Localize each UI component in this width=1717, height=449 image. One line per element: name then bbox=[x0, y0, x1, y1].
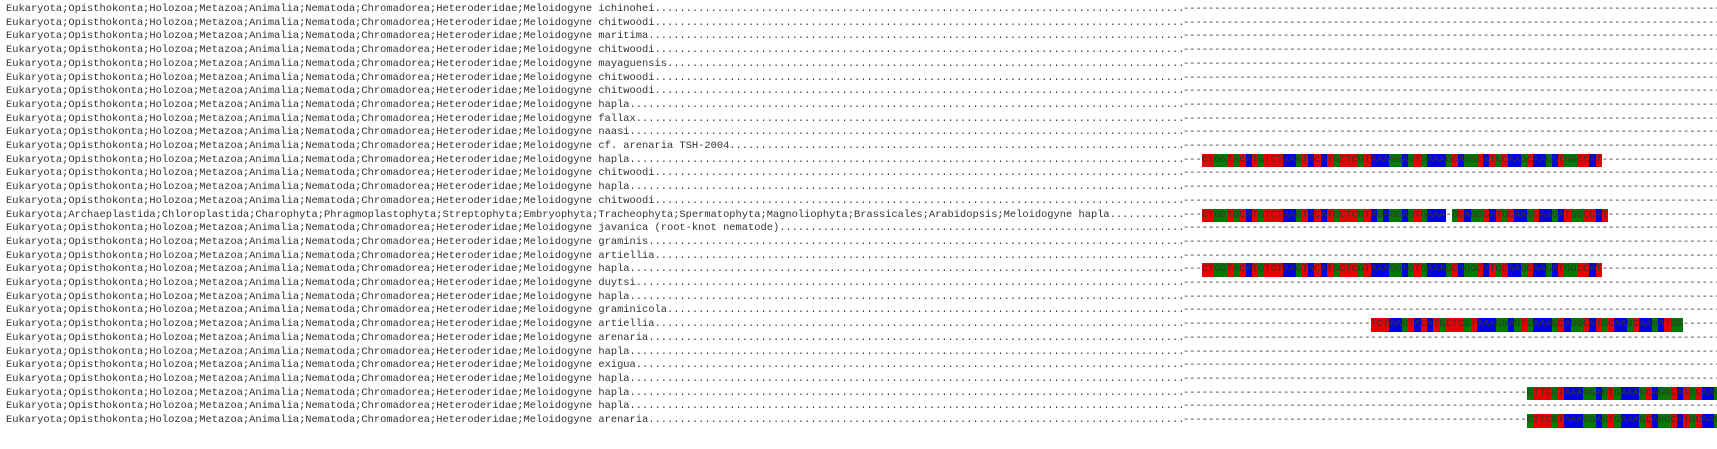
taxon-label: Eukaryota;Opisthokonta;Holozoa;Metazoa;A… bbox=[6, 3, 1186, 15]
alignment-row: Eukaryota;Opisthokonta;Holozoa;Metazoa;A… bbox=[0, 181, 1717, 195]
alignment-row: Eukaryota;Opisthokonta;Holozoa;Metazoa;A… bbox=[0, 3, 1717, 17]
alignment-row: Eukaryota;Opisthokonta;Holozoa;Metazoa;A… bbox=[0, 30, 1717, 44]
taxon-label: Eukaryota;Opisthokonta;Holozoa;Metazoa;A… bbox=[6, 112, 1186, 125]
alignment-row: Eukaryota;Opisthokonta;Holozoa;Metazoa;A… bbox=[0, 58, 1717, 72]
sequence-track: ----------------------------------------… bbox=[1183, 85, 1717, 99]
taxon-label: Eukaryota;Opisthokonta;Holozoa;Metazoa;A… bbox=[6, 263, 1186, 276]
sequence-track: ----------------------------------------… bbox=[1183, 277, 1717, 291]
alignment-row: Eukaryota;Opisthokonta;Holozoa;Metazoa;A… bbox=[0, 195, 1717, 209]
sequence-track: ---CTGGTGCATGTCTAAGTACATGCTCGTAAAGGAGTGA… bbox=[1183, 263, 1717, 277]
alignment-row: Eukaryota;Opisthokonta;Holozoa;Metazoa;A… bbox=[0, 140, 1717, 154]
taxon-label: Eukaryota;Opisthokonta;Holozoa;Metazoa;A… bbox=[6, 71, 1186, 84]
sequence-track: ----------------------------------------… bbox=[1183, 291, 1717, 305]
sequence-track: ---CTGGTGCATGTCTAAGTACATGCTCGTAAAGGAGTGA… bbox=[1183, 153, 1717, 168]
sequence-track: ----------------------------------------… bbox=[1183, 140, 1717, 154]
alignment-viewer: Eukaryota;Opisthokonta;Holozoa;Metazoa;A… bbox=[0, 0, 1717, 449]
alignment-row: Eukaryota;Opisthokonta;Holozoa;Metazoa;A… bbox=[0, 113, 1717, 127]
taxon-label: Eukaryota;Opisthokonta;Holozoa;Metazoa;A… bbox=[6, 44, 1186, 57]
sequence-track: ----------------------------------------… bbox=[1183, 17, 1717, 31]
taxon-label: Eukaryota;Opisthokonta;Holozoa;Metazoa;A… bbox=[6, 98, 1186, 111]
taxon-label: Eukaryota;Opisthokonta;Holozoa;Metazoa;A… bbox=[6, 126, 1186, 139]
sequence-track: ----------------------------------------… bbox=[1183, 236, 1717, 250]
sequence-track: ----------------------------------------… bbox=[1183, 195, 1717, 209]
alignment-row: Eukaryota;Opisthokonta;Holozoa;Metazoa;A… bbox=[0, 44, 1717, 58]
sequence-track: ----------------------------------------… bbox=[1183, 304, 1717, 318]
taxon-label: Eukaryota;Opisthokonta;Holozoa;Metazoa;A… bbox=[6, 304, 1186, 317]
alignment-row: Eukaryota;Opisthokonta;Holozoa;Metazoa;A… bbox=[0, 126, 1717, 140]
alignment-row: Eukaryota;Opisthokonta;Holozoa;Metazoa;A… bbox=[0, 167, 1717, 181]
sequence-track: ----------------------------------------… bbox=[1183, 250, 1717, 264]
alignment-row: Eukaryota;Opisthokonta;Holozoa;Metazoa;A… bbox=[0, 263, 1717, 277]
taxon-label: Eukaryota;Opisthokonta;Holozoa;Metazoa;A… bbox=[6, 57, 1186, 70]
sequence-track: ----------------------------------------… bbox=[1183, 222, 1717, 236]
taxon-label: Eukaryota;Opisthokonta;Holozoa;Metazoa;A… bbox=[6, 194, 1186, 207]
alignment-row: Eukaryota;Opisthokonta;Holozoa;Metazoa;A… bbox=[0, 85, 1717, 99]
alignment-row: Eukaryota;Opisthokonta;Holozoa;Metazoa;A… bbox=[0, 222, 1717, 236]
taxon-label: Eukaryota;Archaeplastida;Chloroplastida;… bbox=[6, 208, 1186, 221]
sequence-track: ----------------------------------------… bbox=[1183, 72, 1717, 86]
taxon-label: Eukaryota;Opisthokonta;Holozoa;Metazoa;A… bbox=[6, 140, 1186, 152]
taxon-label: Eukaryota;Opisthokonta;Holozoa;Metazoa;A… bbox=[6, 16, 1186, 29]
sequence-track: ----------------------------------------… bbox=[1183, 3, 1717, 17]
sequence-track: ----------------------------------------… bbox=[1183, 44, 1717, 58]
taxon-label: Eukaryota;Opisthokonta;Holozoa;Metazoa;A… bbox=[6, 249, 1186, 262]
sequence-track: ----------------------------------------… bbox=[1183, 113, 1717, 127]
alignment-row: Eukaryota;Opisthokonta;Holozoa;Metazoa;A… bbox=[0, 291, 1717, 305]
sequence-track: ----------------------------------------… bbox=[1183, 167, 1717, 181]
taxon-label: Eukaryota;Opisthokonta;Holozoa;Metazoa;A… bbox=[6, 235, 1186, 248]
sequence-track: ----------------------------------------… bbox=[1183, 126, 1717, 140]
alignment-row: Eukaryota;Opisthokonta;Holozoa;Metazoa;A… bbox=[0, 304, 1717, 318]
sequence-track: ----------------------------------------… bbox=[1183, 30, 1717, 44]
alignment-row: Eukaryota;Opisthokonta;Holozoa;Metazoa;A… bbox=[0, 99, 1717, 113]
taxon-label: Eukaryota;Opisthokonta;Holozoa;Metazoa;A… bbox=[6, 153, 1186, 166]
sequence-track: ----------------------------------------… bbox=[1183, 99, 1717, 113]
alignment-row: Eukaryota;Opisthokonta;Holozoa;Metazoa;A… bbox=[0, 250, 1717, 264]
alignment-row: Eukaryota;Opisthokonta;Holozoa;Metazoa;A… bbox=[0, 236, 1717, 250]
taxon-label: Eukaryota;Opisthokonta;Holozoa;Metazoa;A… bbox=[6, 85, 1186, 98]
taxon-label: Eukaryota;Opisthokonta;Holozoa;Metazoa;A… bbox=[6, 222, 1186, 235]
taxon-label: Eukaryota;Opisthokonta;Holozoa;Metazoa;A… bbox=[6, 181, 1186, 194]
alignment-row: Eukaryota;Opisthokonta;Holozoa;Metazoa;A… bbox=[0, 17, 1717, 31]
alignment-row: Eukaryota;Opisthokonta;Holozoa;Metazoa;A… bbox=[0, 277, 1717, 291]
alignment-row: Eukaryota;Archaeplastida;Chloroplastida;… bbox=[0, 208, 1717, 223]
alignment-row: Eukaryota;Opisthokonta;Holozoa;Metazoa;A… bbox=[0, 153, 1717, 168]
taxon-label: Eukaryota;Opisthokonta;Holozoa;Metazoa;A… bbox=[6, 290, 1186, 303]
sequence-track: ----------------------------------------… bbox=[1183, 58, 1717, 72]
alignment-row: Eukaryota;Opisthokonta;Holozoa;Metazoa;A… bbox=[0, 72, 1717, 86]
sequence-track: ---CTGGTGCATGTCTAAGTACATGCTCGTAGAGGAGTGA… bbox=[1183, 208, 1717, 223]
taxon-label: Eukaryota;Opisthokonta;Holozoa;Metazoa;A… bbox=[6, 277, 1186, 289]
taxon-label: Eukaryota;Opisthokonta;Holozoa;Metazoa;A… bbox=[6, 30, 1186, 43]
taxon-label: Eukaryota;Opisthokonta;Holozoa;Metazoa;A… bbox=[6, 167, 1186, 180]
sequence-track: ----------------------------------------… bbox=[1183, 181, 1717, 195]
